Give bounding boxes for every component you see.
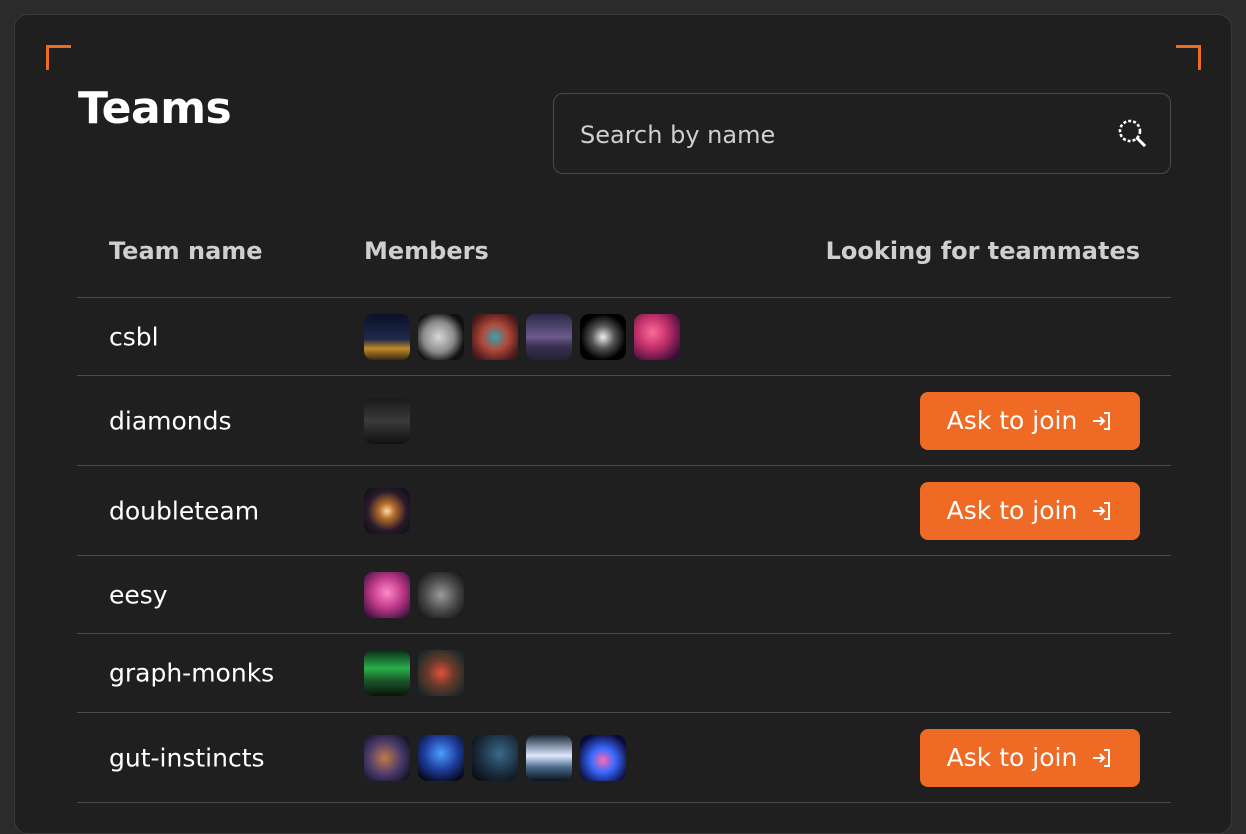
- team-name: diamonds: [109, 406, 232, 435]
- table-header: Team name Members Looking for teammates: [77, 223, 1171, 298]
- member-avatars: [364, 571, 464, 618]
- avatar[interactable]: [634, 313, 680, 360]
- member-avatars: [364, 313, 680, 360]
- team-name: graph-monks: [109, 658, 275, 688]
- ask-to-join-label: Ask to join: [946, 406, 1078, 435]
- ask-to-join-button[interactable]: Ask to join: [920, 481, 1140, 540]
- ask-to-join-button[interactable]: Ask to join: [920, 728, 1140, 787]
- table-row: doubleteam Ask to join: [77, 466, 1171, 556]
- table-row: diamonds Ask to join: [77, 376, 1171, 466]
- avatar[interactable]: [580, 734, 626, 781]
- member-avatars: [364, 734, 626, 781]
- avatar[interactable]: [364, 571, 410, 618]
- ask-to-join-label: Ask to join: [946, 496, 1078, 525]
- avatar[interactable]: [526, 313, 572, 360]
- teams-panel: Teams Team name Members Looking for team…: [14, 14, 1232, 834]
- team-name: csbl: [109, 322, 159, 351]
- sign-in-icon: [1093, 748, 1111, 767]
- corner-accent-top-right: [1176, 45, 1201, 70]
- table-row: eesy: [77, 556, 1171, 634]
- table-row: gut-instincts Ask to join: [77, 713, 1171, 803]
- avatar[interactable]: [418, 571, 464, 618]
- avatar[interactable]: [418, 650, 464, 696]
- teams-table: Team name Members Looking for teammates …: [77, 223, 1171, 803]
- sign-in-icon: [1093, 501, 1111, 520]
- team-name: doubleteam: [109, 496, 260, 525]
- corner-accent-top-left: [46, 45, 71, 70]
- avatar[interactable]: [526, 734, 572, 781]
- member-avatars: [364, 487, 410, 534]
- header-team-name: Team name: [109, 237, 263, 265]
- ask-to-join-label: Ask to join: [946, 743, 1078, 772]
- search-icon[interactable]: [1116, 117, 1148, 149]
- page-title: Teams: [78, 83, 232, 134]
- table-row: graph-monks: [77, 634, 1171, 713]
- avatar[interactable]: [580, 313, 626, 360]
- avatar[interactable]: [418, 313, 464, 360]
- member-avatars: [364, 397, 410, 444]
- team-name: gut-instincts: [109, 743, 265, 772]
- avatar[interactable]: [364, 397, 410, 444]
- avatar[interactable]: [472, 313, 518, 360]
- header-members: Members: [364, 237, 489, 265]
- sign-in-icon: [1093, 411, 1111, 430]
- ask-to-join-button[interactable]: Ask to join: [920, 391, 1140, 450]
- search-box[interactable]: [553, 93, 1171, 175]
- avatar[interactable]: [364, 734, 410, 781]
- header-looking-for-teammates: Looking for teammates: [825, 237, 1140, 265]
- table-row: csbl: [77, 298, 1171, 376]
- table-body: csbl diamonds Ask to join doubleteam Ask to …: [77, 298, 1171, 803]
- avatar[interactable]: [364, 487, 410, 534]
- avatar[interactable]: [364, 313, 410, 360]
- avatar[interactable]: [418, 734, 464, 781]
- member-avatars: [364, 650, 464, 696]
- search-input[interactable]: [578, 94, 1102, 175]
- avatar[interactable]: [364, 650, 410, 696]
- team-name: eesy: [109, 580, 168, 609]
- avatar[interactable]: [472, 734, 518, 781]
